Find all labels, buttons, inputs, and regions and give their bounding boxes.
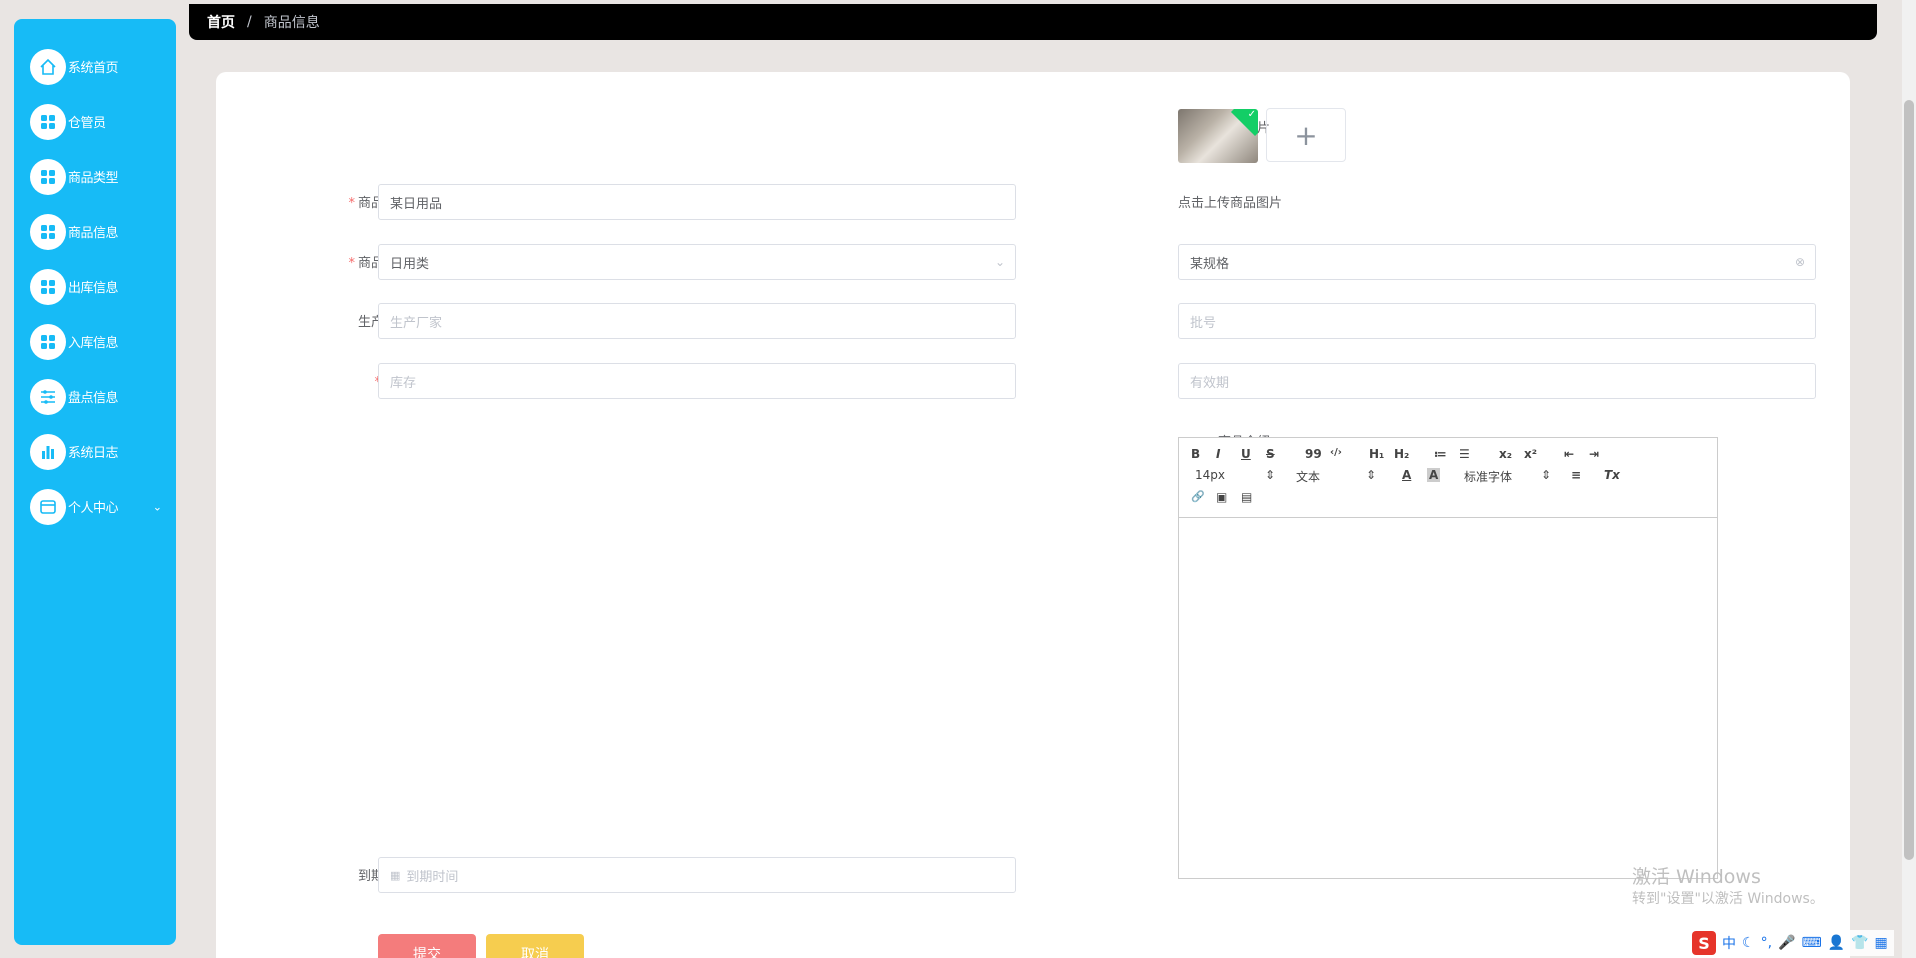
- sidebar-item-label: 商品信息: [68, 226, 119, 241]
- sidebar-item-label: 系统首页: [68, 61, 119, 76]
- skin-icon[interactable]: 👕: [1851, 935, 1868, 951]
- scrollbar[interactable]: [1902, 0, 1916, 958]
- strike-button[interactable]: S: [1266, 447, 1275, 461]
- moon-icon[interactable]: ☾: [1742, 935, 1755, 951]
- ime-toolbar: S 中 ☾ °, 🎤 ⌨ 👤 👕 ▦: [1686, 930, 1894, 956]
- font-size-picker[interactable]: 14px: [1195, 468, 1225, 482]
- breadcrumb-home[interactable]: 首页: [207, 12, 235, 32]
- align-button[interactable]: ≡: [1571, 468, 1581, 482]
- header-picker[interactable]: 文本: [1296, 468, 1320, 485]
- sidebar: 系统首页 仓管员 商品类型 商品信息 出库信息 入库信息 盘点信息 系统日志 个…: [14, 19, 176, 945]
- sliders-icon: [30, 378, 66, 415]
- sidebar-item-personal-center[interactable]: 个人中心 ⌄: [14, 479, 176, 534]
- h1-button[interactable]: H₁: [1369, 447, 1384, 461]
- grid-icon: [30, 158, 66, 195]
- sidebar-item-label: 盘点信息: [68, 391, 119, 406]
- batch-input[interactable]: 批号: [1178, 303, 1816, 339]
- keyboard-icon[interactable]: ⌨: [1801, 935, 1821, 951]
- subscript-button[interactable]: x₂: [1499, 447, 1512, 461]
- text-color-button[interactable]: A: [1402, 468, 1411, 482]
- product-image-thumbnail[interactable]: ✓: [1178, 109, 1258, 163]
- grid-icon: [30, 103, 66, 140]
- underline-button[interactable]: U: [1241, 447, 1251, 461]
- superscript-button[interactable]: x²: [1524, 447, 1537, 461]
- scrollbar-thumb[interactable]: [1904, 100, 1914, 860]
- form-card: *商品名称 某日用品 *商品类型 日用类 ⌄ 生产厂家 生产厂家 *库存 库存 …: [216, 72, 1850, 958]
- sidebar-item-label: 仓管员: [68, 116, 106, 131]
- apps-icon[interactable]: ▦: [1875, 935, 1888, 951]
- sidebar-item-label: 个人中心: [68, 501, 119, 516]
- background-color-button[interactable]: A: [1427, 468, 1441, 482]
- manufacturer-input[interactable]: 生产厂家: [378, 303, 1016, 339]
- sidebar-item-inventory-check[interactable]: 盘点信息: [14, 369, 176, 424]
- blockquote-button[interactable]: 99: [1305, 447, 1322, 461]
- user-icon[interactable]: 👤: [1828, 935, 1845, 951]
- sidebar-item-system-log[interactable]: 系统日志: [14, 424, 176, 479]
- expire-time-picker[interactable]: ▦ 到期时间: [378, 857, 1016, 893]
- name-input[interactable]: 某日用品: [378, 184, 1016, 220]
- sidebar-item-home[interactable]: 系统首页: [14, 39, 176, 94]
- grid-icon: [30, 213, 66, 250]
- activation-watermark-title: 激活 Windows: [1632, 866, 1761, 888]
- bold-button[interactable]: B: [1191, 447, 1200, 461]
- chevron-updown-icon: ⇕: [1366, 468, 1377, 482]
- image-icon[interactable]: ▣: [1216, 490, 1227, 504]
- clear-icon[interactable]: ⊗: [1795, 255, 1805, 269]
- expire-time-placeholder: 到期时间: [406, 869, 459, 885]
- sidebar-item-inbound[interactable]: 入库信息: [14, 314, 176, 369]
- sogou-logo-icon[interactable]: S: [1692, 931, 1716, 955]
- bullet-list-button[interactable]: ☰: [1459, 447, 1470, 461]
- editor-content[interactable]: [1179, 518, 1717, 878]
- clean-format-button[interactable]: Tx: [1604, 468, 1620, 482]
- type-select-value: 日用类: [390, 256, 430, 272]
- font-family-picker[interactable]: 标准字体: [1464, 468, 1512, 485]
- chevron-down-icon[interactable]: ⌄: [153, 500, 162, 513]
- validity-input[interactable]: 有效期: [1178, 363, 1816, 399]
- calendar-icon: ▦: [390, 868, 401, 882]
- cancel-button[interactable]: 取消: [486, 934, 584, 958]
- microphone-icon[interactable]: 🎤: [1778, 935, 1795, 951]
- italic-button[interactable]: I: [1216, 447, 1220, 461]
- rich-text-editor: B I U S 99 ‹/› H₁ H₂ ≔ ☰ x₂ x² ⇤ ⇥ 14px …: [1178, 437, 1718, 879]
- chevron-down-icon: ⌄: [994, 255, 1005, 269]
- spec-input[interactable]: 某规格 ⊗: [1178, 244, 1816, 280]
- chevron-updown-icon: ⇕: [1541, 468, 1552, 482]
- sidebar-item-label: 商品类型: [68, 171, 119, 186]
- sidebar-item-product-info[interactable]: 商品信息: [14, 204, 176, 259]
- link-icon[interactable]: 🔗: [1191, 490, 1205, 503]
- submit-button[interactable]: 提交: [378, 934, 476, 958]
- upload-add-button[interactable]: +: [1266, 108, 1346, 162]
- sidebar-item-warehouse-keeper[interactable]: 仓管员: [14, 94, 176, 149]
- check-icon: ✓: [1247, 109, 1256, 120]
- indent-button[interactable]: ⇥: [1589, 447, 1599, 461]
- code-block-button[interactable]: ‹/›: [1330, 447, 1342, 458]
- spec-input-value: 某规格: [1190, 256, 1230, 272]
- card-icon: [30, 488, 66, 525]
- home-icon: [30, 48, 66, 85]
- bar-chart-icon: [30, 433, 66, 470]
- ordered-list-button[interactable]: ≔: [1434, 447, 1447, 461]
- breadcrumb-current: 商品信息: [263, 15, 320, 31]
- upload-tip: 点击上传商品图片: [1178, 196, 1283, 211]
- grid-icon: [30, 268, 66, 305]
- sidebar-item-product-type[interactable]: 商品类型: [14, 149, 176, 204]
- breadcrumb-separator: /: [247, 14, 252, 30]
- stock-input[interactable]: 库存: [378, 363, 1016, 399]
- sidebar-item-label: 出库信息: [68, 281, 119, 296]
- breadcrumb: 首页 / 商品信息: [189, 4, 1877, 40]
- sidebar-item-label: 系统日志: [68, 446, 119, 461]
- h2-button[interactable]: H₂: [1394, 447, 1409, 461]
- type-select[interactable]: 日用类 ⌄: [378, 244, 1016, 280]
- chevron-updown-icon: ⇕: [1265, 468, 1276, 482]
- sidebar-item-label: 入库信息: [68, 336, 119, 351]
- sidebar-item-outbound[interactable]: 出库信息: [14, 259, 176, 314]
- ime-language-toggle[interactable]: 中: [1722, 933, 1736, 953]
- editor-toolbar: B I U S 99 ‹/› H₁ H₂ ≔ ☰ x₂ x² ⇤ ⇥ 14px …: [1179, 438, 1717, 518]
- activation-watermark-subtitle: 转到"设置"以激活 Windows。: [1632, 891, 1824, 907]
- grid-icon: [30, 323, 66, 360]
- video-icon[interactable]: ▤: [1241, 490, 1252, 504]
- punctuation-icon[interactable]: °,: [1761, 935, 1772, 951]
- outdent-button[interactable]: ⇤: [1564, 447, 1574, 461]
